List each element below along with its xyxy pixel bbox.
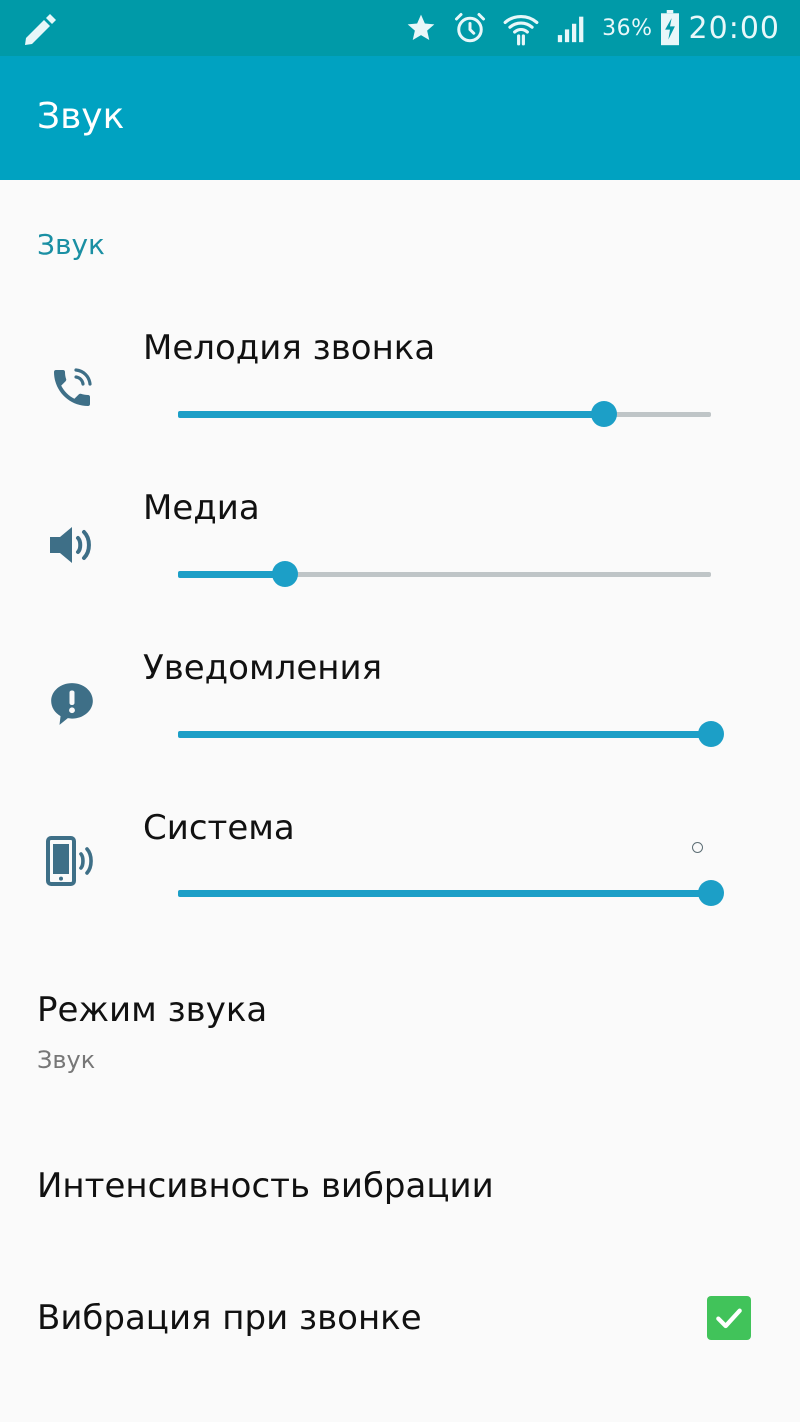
slider-fill — [178, 411, 605, 418]
battery-charging-icon — [659, 10, 681, 46]
volume-label: Мелодия звонка — [143, 328, 436, 368]
volume-row-ringtone: Мелодия звонка — [0, 320, 800, 470]
volume-label: Уведомления — [143, 648, 383, 688]
system-volume-slider[interactable] — [178, 873, 724, 913]
app-bar: Звук — [0, 56, 800, 180]
volume-label: Медиа — [143, 488, 260, 528]
vibration-intensity-title: Интенсивность вибрации — [37, 1166, 494, 1206]
slider-fill — [178, 571, 285, 578]
notification-icon — [44, 676, 100, 732]
volume-row-media: Медиа — [0, 480, 800, 630]
notifications-volume-slider[interactable] — [178, 714, 724, 754]
star-icon — [404, 12, 438, 44]
vibration-intensity-setting[interactable]: Интенсивность вибрации — [37, 1166, 494, 1206]
slider-thumb[interactable] — [698, 880, 724, 906]
speaker-icon — [44, 517, 100, 573]
vibrate-on-ring-checkbox[interactable] — [707, 1296, 751, 1340]
battery-percent: 36% — [602, 15, 653, 41]
slider-fill — [178, 890, 711, 897]
clock: 20:00 — [688, 10, 780, 46]
volume-row-system: Система — [0, 800, 800, 950]
sound-mode-title: Режим звука — [37, 990, 268, 1030]
ringtone-volume-slider[interactable] — [178, 394, 711, 434]
slider-thumb[interactable] — [591, 401, 618, 427]
sound-mode-setting[interactable]: Режим звука Звук — [37, 990, 267, 1074]
slider-thumb[interactable] — [271, 561, 298, 587]
alarm-icon — [452, 10, 488, 46]
vibrate-on-ring-title: Вибрация при звонке — [37, 1298, 422, 1338]
sound-mode-value: Звук — [37, 1046, 96, 1074]
volume-row-notifications: Уведомления — [0, 640, 800, 790]
vibrate-on-ring-setting[interactable]: Вибрация при звонке — [37, 1298, 422, 1338]
slider-thumb[interactable] — [698, 721, 724, 747]
volume-label: Система — [143, 808, 295, 848]
pencil-icon — [22, 12, 58, 50]
section-header: Звук — [37, 228, 105, 261]
status-bar: 36% 20:00 — [0, 0, 800, 56]
system-phone-icon — [44, 834, 100, 890]
checkmark-icon — [716, 1308, 742, 1329]
ringtone-phone-icon — [44, 360, 100, 416]
signal-icon — [554, 11, 590, 45]
wifi-icon — [502, 9, 540, 47]
page-title: Звук — [37, 96, 125, 137]
small-circle-indicator — [692, 842, 703, 853]
media-volume-slider[interactable] — [178, 554, 711, 594]
slider-fill — [178, 731, 711, 738]
